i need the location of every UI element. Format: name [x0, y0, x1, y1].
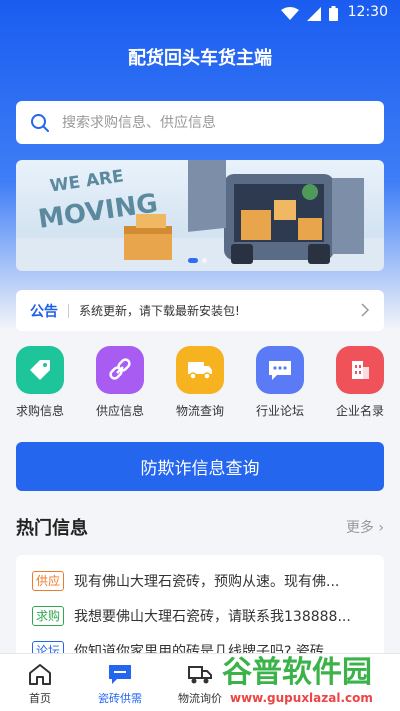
moving-truck-illustration: WE ARE MOVING	[16, 160, 384, 271]
search-icon	[31, 113, 49, 132]
tab-label: 瓷砖供需	[98, 692, 142, 705]
announcement-label: 公告	[30, 303, 58, 320]
list-item-text: 现有佛山大理石瓷砖，预购从速。现有佛...	[74, 574, 340, 590]
category-grid: 求购信息 供应信息 物流查询 行业论坛 企业名录	[0, 346, 400, 419]
battery-icon	[329, 6, 338, 21]
search-input[interactable]	[62, 114, 352, 131]
tag-icon	[16, 346, 64, 394]
tab-home[interactable]: 首页	[0, 654, 80, 711]
announcement-divider	[68, 303, 69, 318]
tag-buy: 求购	[32, 606, 65, 626]
category-label: 企业名录	[335, 404, 384, 418]
building-icon	[336, 346, 384, 394]
site-watermark-logo: 谷普软件园 www.gupuxlazal.com	[221, 654, 373, 705]
category-buy-info[interactable]: 求购信息	[0, 346, 80, 419]
category-label: 物流查询	[175, 404, 224, 418]
home-icon	[29, 664, 51, 685]
category-label: 行业论坛	[255, 404, 304, 418]
page-title: 配货回头车货主端	[128, 48, 272, 69]
banner-text-we-are: WE ARE	[49, 166, 125, 196]
chevron-right-icon	[361, 303, 370, 317]
hot-info-list: 供应 现有佛山大理石瓷砖，预购从速。现有佛... 求购 我想要佛山大理石瓷砖，请…	[16, 555, 384, 665]
chat-icon	[256, 346, 304, 394]
banner-pagination	[188, 258, 207, 263]
category-supply-info[interactable]: 供应信息	[80, 346, 160, 419]
wifi-icon	[281, 6, 299, 20]
category-industry-forum[interactable]: 行业论坛	[240, 346, 320, 419]
watermark-title: 谷普软件园	[222, 655, 372, 690]
truck-icon	[176, 346, 224, 394]
announcement-text: 系统更新，请下载最新安装包!	[79, 304, 240, 318]
more-link[interactable]: 更多 ›	[346, 517, 384, 537]
list-item[interactable]: 供应 现有佛山大理石瓷砖，预购从速。现有佛...	[32, 571, 374, 591]
status-time: 12:30	[347, 4, 388, 20]
category-label: 供应信息	[95, 404, 144, 418]
signal-icon	[307, 6, 321, 21]
tag-supply: 供应	[32, 571, 65, 591]
category-company-directory[interactable]: 企业名录	[320, 346, 400, 419]
category-label: 求购信息	[15, 404, 64, 418]
link-icon	[96, 346, 144, 394]
tab-label: 首页	[29, 692, 51, 705]
list-item[interactable]: 求购 我想要佛山大理石瓷砖，请联系我138888...	[32, 606, 374, 626]
category-logistics-query[interactable]: 物流查询	[160, 346, 240, 419]
list-item-text: 我想要佛山大理石瓷砖，请联系我138888...	[74, 609, 351, 625]
promo-banner[interactable]: WE ARE MOVING	[16, 160, 384, 271]
search-bar[interactable]	[16, 101, 384, 144]
announcement-bar[interactable]: 公告 系统更新，请下载最新安装包!	[16, 290, 384, 331]
chat-bubble-icon	[109, 665, 131, 684]
section-title-hot: 热门信息	[16, 518, 88, 539]
status-bar: 12:30	[0, 0, 400, 26]
tab-tile-supply[interactable]: 瓷砖供需	[80, 654, 160, 711]
fraud-check-button[interactable]: 防欺诈信息查询	[16, 442, 384, 491]
watermark-url: www.gupuxlazal.com	[230, 691, 373, 705]
